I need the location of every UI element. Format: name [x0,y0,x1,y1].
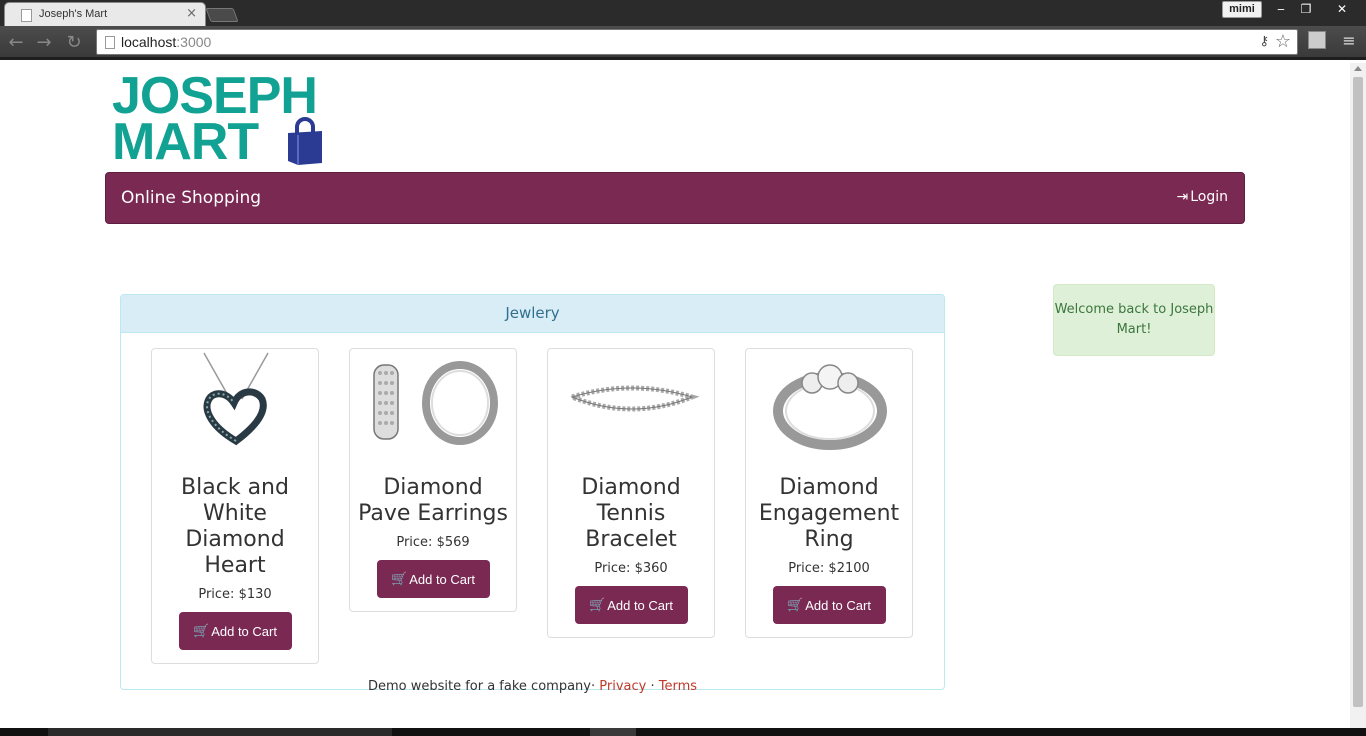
product-image-ring[interactable] [746,349,912,459]
add-to-cart-label: Add to Cart [607,597,673,613]
product-image-bracelet[interactable] [548,349,714,459]
footer: Demo website for a fake company· Privacy… [120,679,945,694]
product-card: Diamond Tennis Bracelet Price: $360 🛒 Ad… [547,348,715,638]
main-navbar: Online Shopping ⇥ Login [105,172,1245,224]
panel-heading: Jewlery [121,295,944,333]
terms-link[interactable]: Terms [659,679,697,694]
product-image-heart-necklace[interactable] [152,349,318,459]
cart-icon: 🛒 [193,623,210,638]
url-port: :3000 [176,34,212,50]
product-name: Black and White Diamond Heart [181,475,289,578]
forward-arrow-icon[interactable]: → [34,33,54,53]
product-price: Price: $2100 [788,561,870,576]
logo[interactable]: JOSEPH MART [112,70,332,171]
url-text[interactable]: localhost:3000 [121,34,211,50]
taskbar-item[interactable] [590,728,636,736]
minimize-button[interactable]: ‒ [1270,1,1292,18]
add-to-cart-label: Add to Cart [805,597,871,613]
category-panel: Jewlery Black and White Diamond Heart Pr… [120,294,945,690]
reload-icon[interactable]: ↻ [64,33,84,53]
product-card: Black and White Diamond Heart Price: $13… [151,348,319,664]
close-window-button[interactable]: ✕ [1320,1,1364,18]
new-tab-button[interactable] [205,8,239,22]
product-price: Price: $360 [594,561,668,576]
login-icon: ⇥ [1176,189,1189,205]
add-to-cart-label: Add to Cart [409,571,475,587]
extension-icon[interactable] [1308,31,1326,49]
add-to-cart-button[interactable]: 🛒 Add to Cart [772,586,886,624]
login-label: Login [1190,189,1228,205]
navbar-brand[interactable]: Online Shopping [121,188,261,208]
add-to-cart-label: Add to Cart [211,623,277,639]
profile-button[interactable]: mimi [1222,1,1262,18]
url-host: localhost [121,34,177,50]
tab-title: Joseph's Mart [39,8,108,20]
login-link[interactable]: ⇥ Login [1176,189,1228,205]
maximize-button[interactable]: ❐ [1294,1,1318,18]
product-card: Diamond Pave Earrings Price: $569 🛒 Add … [349,348,517,612]
cart-icon: 🛒 [589,597,606,612]
add-to-cart-button[interactable]: 🛒 Add to Cart [574,586,688,624]
scroll-thumb[interactable] [1353,77,1363,707]
product-price: Price: $130 [198,587,272,602]
product-name: Diamond Tennis Bracelet [581,475,681,552]
page-icon [105,36,115,49]
product-card: Diamond Engagement Ring Price: $2100 🛒 A… [745,348,913,638]
address-bar[interactable]: localhost:3000 ⚷ ☆ [96,29,1298,55]
browser-toolbar: ← → ↻ localhost:3000 ⚷ ☆ ≡ [0,26,1366,60]
key-icon[interactable]: ⚷ [1259,34,1269,49]
privacy-link[interactable]: Privacy [599,679,646,694]
product-name: Diamond Engagement Ring [758,475,900,552]
taskbar-item[interactable] [48,728,392,736]
add-to-cart-button[interactable]: 🛒 Add to Cart [376,560,490,598]
tab-close-icon[interactable]: × [186,6,197,22]
add-to-cart-button[interactable]: 🛒 Add to Cart [178,612,292,650]
product-name: Diamond Pave Earrings [358,475,508,526]
menu-icon[interactable]: ≡ [1340,32,1358,50]
footer-text: Demo website for a fake company· [367,679,596,694]
cart-icon: 🛒 [391,571,408,586]
shopping-bag-icon [288,117,322,165]
product-price: Price: $569 [396,535,470,550]
welcome-alert: Welcome back to Joseph Mart! [1053,284,1215,356]
scroll-up-arrow-icon[interactable] [1354,66,1362,71]
back-arrow-icon[interactable]: ← [6,33,26,53]
cart-icon: 🛒 [787,597,804,612]
footer-separator: · [646,679,659,694]
page-icon [21,9,32,22]
browser-tab[interactable]: Joseph's Mart × [4,2,206,26]
page-scrollbar[interactable] [1350,63,1366,728]
logo-line-2: MART [112,113,259,171]
bookmark-star-icon[interactable]: ☆ [1275,31,1291,52]
product-image-earrings[interactable] [350,349,516,459]
page-viewport: JOSEPH MART Online Shopping ⇥ Login Jewl… [0,63,1366,728]
browser-titlebar: Joseph's Mart × mimi ‒ ❐ ✕ [0,0,1366,26]
